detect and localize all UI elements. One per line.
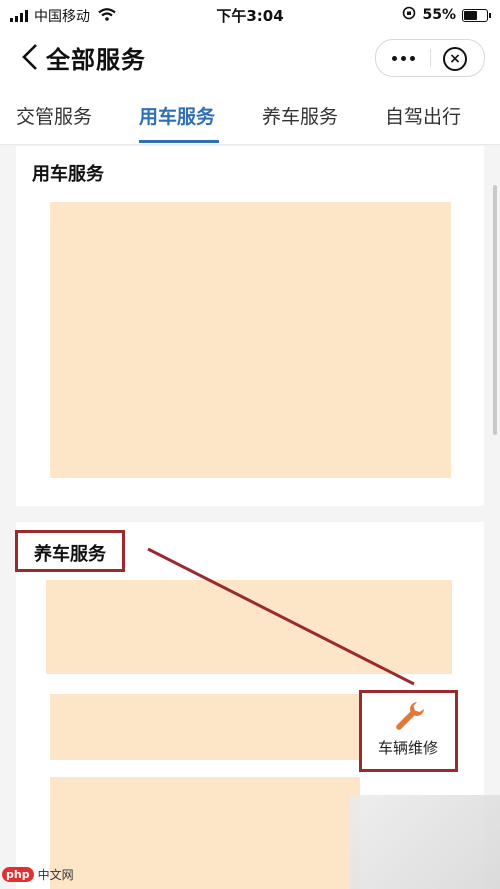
- scrollbar[interactable]: [493, 185, 497, 435]
- watermark: php 中文网: [2, 866, 74, 883]
- watermark-text: 中文网: [37, 868, 74, 882]
- php-logo: php: [2, 867, 34, 882]
- blurred-corner: [350, 795, 500, 889]
- annotation-arrow: [147, 547, 415, 686]
